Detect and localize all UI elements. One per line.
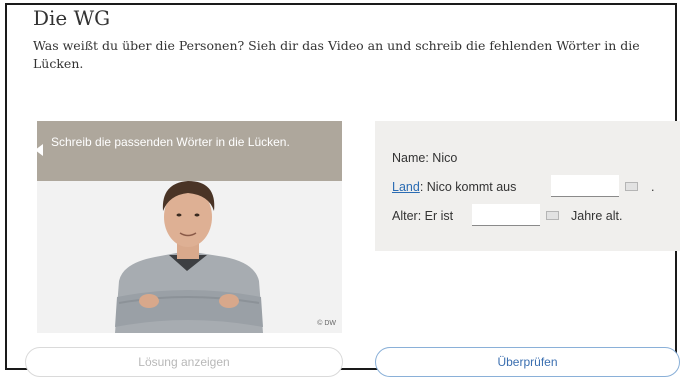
land-period: . [651,180,655,194]
land-text: : Nico kommt aus [419,180,517,194]
alter-prefix: Alter: Er ist [392,209,454,223]
keyboard-icon[interactable] [625,182,638,191]
name-line: Name: Nico [392,151,458,165]
show-solution-button[interactable]: Lösung anzeigen [25,347,343,377]
alter-input[interactable] [472,204,540,226]
photo-credit: © DW [317,320,336,327]
check-button[interactable]: Überprüfen [375,347,680,377]
land-link[interactable]: Land [392,180,420,194]
video-image-card[interactable]: Schreib die passenden Wörter in die Lück… [37,121,342,333]
alter-suffix: Jahre alt. [571,209,623,223]
instruction-banner: Schreib die passenden Wörter in die Lück… [37,121,342,181]
land-input[interactable] [551,175,619,197]
page-title: Die WG [33,6,111,30]
keyboard-icon[interactable] [546,211,559,220]
land-line: Land: Nico kommt aus [392,180,516,194]
speech-bubble-tail-icon [37,144,43,156]
banner-text: Schreib die passenden Wörter in die Lück… [51,135,290,149]
instructions-text: Was weißt du über die Personen? Sieh dir… [33,38,640,71]
gap-fill-panel: Name: Nico Land: Nico kommt aus . Alter:… [375,121,680,251]
